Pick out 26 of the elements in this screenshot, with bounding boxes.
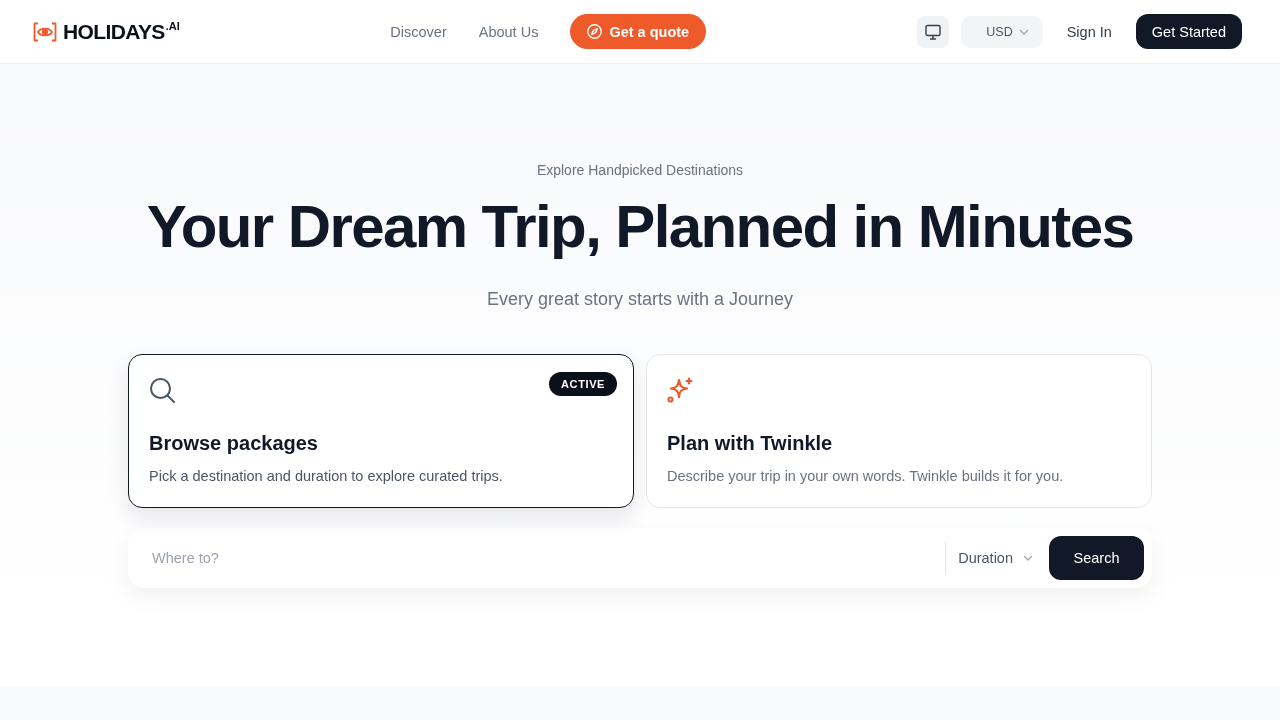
nav-link[interactable]: About Us (478, 23, 539, 40)
duration-select[interactable]: Duration (958, 550, 1033, 566)
card-title: Plan with Twinkle (667, 431, 833, 456)
monitor-button[interactable] (916, 15, 949, 48)
search-button[interactable]: Search (1049, 536, 1144, 580)
hero-subtitle: Every great story starts with a Journey (486, 288, 794, 311)
chevron-down-icon (1023, 553, 1033, 563)
logo-text: HOLIDAYS$^{.AI}$ (63, 21, 180, 42)
destination-input[interactable]: Where to? (152, 540, 946, 576)
monitor-icon (924, 23, 941, 40)
sparkle-icon (667, 377, 693, 403)
currency-select[interactable]: USD (960, 15, 1043, 48)
card-title: Browse packages (149, 431, 318, 456)
nav-link[interactable]: Discover (390, 23, 447, 40)
card-description: Pick a destination and duration to explore curated trips. (149, 467, 503, 486)
get-started-button[interactable]: Get Started (1135, 14, 1242, 49)
mode-card[interactable]: Plan with Twinkle Describe your trip in your own words. Twinkle builds it for you. (646, 354, 1152, 508)
sign-in-link[interactable]: Sign In (1066, 23, 1112, 40)
compass-icon (587, 24, 603, 39)
hero-title: Your Dream Trip, Planned in Minutes (146, 194, 1134, 260)
logo-icon (33, 21, 57, 42)
card-description: Describe your trip in your own words. Twinkle builds it for you. (667, 467, 1064, 486)
mode-card[interactable]: ACTIVE Browse packages Pick a destination and duration to explore curated trips. (128, 354, 634, 508)
search-icon (149, 377, 175, 403)
status-badge: ACTIVE (549, 372, 617, 396)
hero-eyebrow: Explore Handpicked Destinations (536, 161, 744, 180)
